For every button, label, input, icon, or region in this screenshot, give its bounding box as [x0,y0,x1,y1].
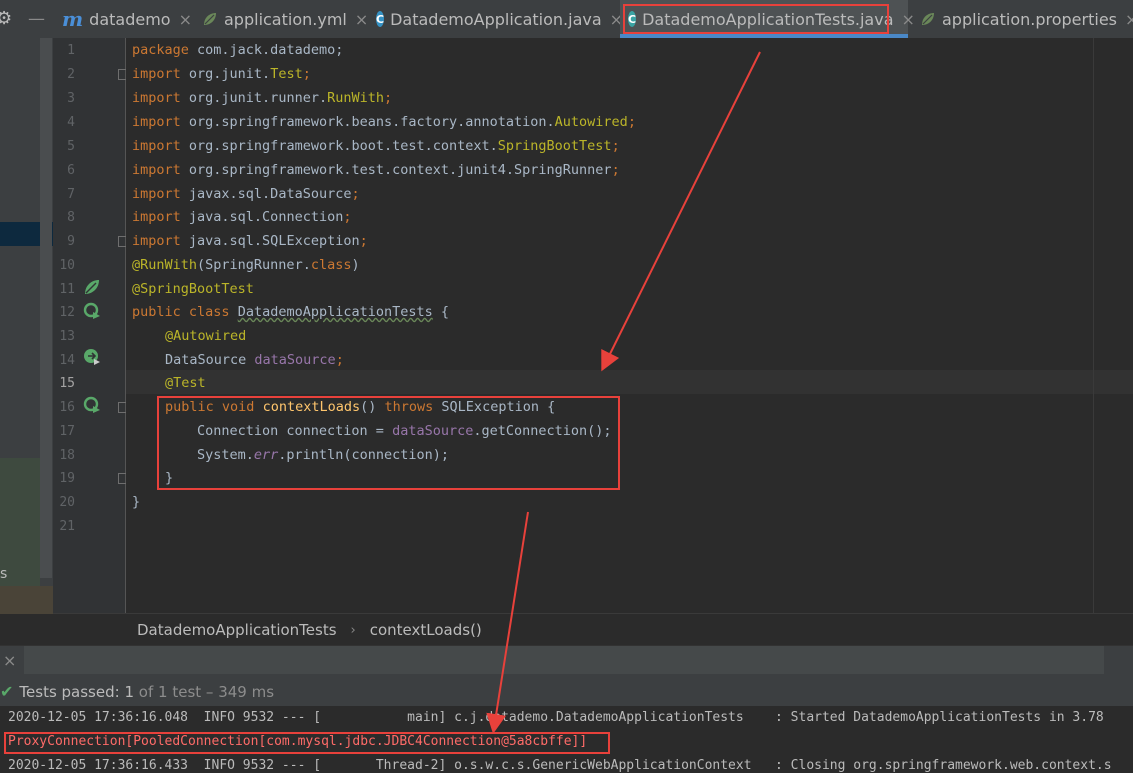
annotation-arrows [486,51,761,734]
annotation-arrow [601,51,761,372]
annotation-arrow [486,511,529,734]
